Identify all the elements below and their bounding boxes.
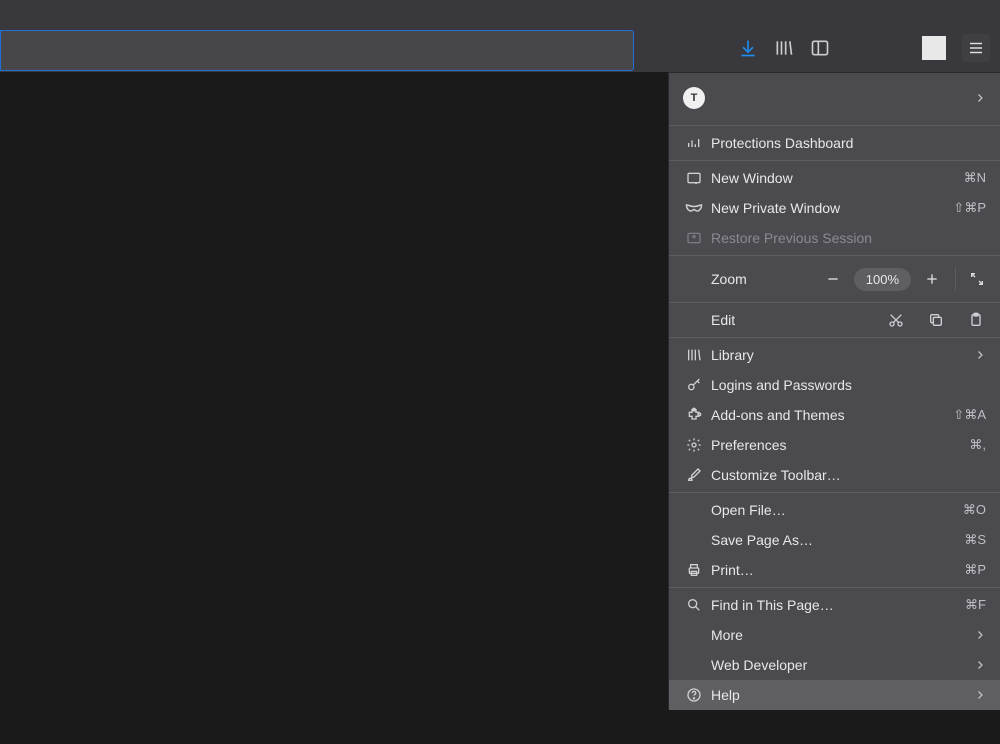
menu-addons-themes[interactable]: Add-ons and Themes ⇧⌘A: [669, 400, 1000, 430]
zoom-in-button[interactable]: [917, 264, 947, 294]
puzzle-icon: [683, 407, 705, 423]
toolbar-actions: [738, 34, 1000, 62]
menu-find-in-page[interactable]: Find in This Page… ⌘F: [669, 590, 1000, 620]
menu-new-window[interactable]: New Window ⌘N: [669, 163, 1000, 193]
menu-shortcut: ⌘O: [955, 502, 986, 518]
avatar: T: [683, 87, 705, 109]
separator: [955, 267, 956, 291]
chevron-right-icon: [966, 659, 986, 671]
chevron-right-icon: [966, 689, 986, 701]
menu-open-file[interactable]: Open File… ⌘O: [669, 495, 1000, 525]
gear-icon: [683, 437, 705, 453]
restore-icon: [683, 230, 705, 246]
address-bar[interactable]: [0, 30, 634, 71]
menu-label: Restore Previous Session: [705, 230, 986, 246]
menu-restore-session: Restore Previous Session: [669, 223, 1000, 253]
extension-placeholder-icon[interactable]: [922, 36, 946, 60]
library-icon[interactable]: [774, 38, 794, 58]
printer-icon: [683, 562, 705, 578]
menu-web-developer[interactable]: Web Developer: [669, 650, 1000, 680]
menu-preferences[interactable]: Preferences ⌘,: [669, 430, 1000, 460]
library-icon: [683, 347, 705, 363]
menu-logins-passwords[interactable]: Logins and Passwords: [669, 370, 1000, 400]
menu-label: Library: [705, 347, 966, 363]
sidebar-icon[interactable]: [810, 38, 830, 58]
menu-shortcut: ⌘P: [956, 562, 986, 578]
menu-label: Zoom: [683, 271, 818, 287]
separator: [669, 125, 1000, 126]
chevron-right-icon: [966, 92, 986, 104]
app-menu-button[interactable]: [962, 34, 990, 62]
menu-label: Customize Toolbar…: [705, 467, 986, 483]
zoom-reset-button[interactable]: 100%: [854, 268, 911, 291]
paintbrush-icon: [683, 467, 705, 483]
app-menu-panel: T Protections Dashboard New Window ⌘N Ne…: [668, 72, 1000, 710]
menu-label: New Private Window: [705, 200, 945, 216]
account-row[interactable]: T: [669, 73, 1000, 123]
separator: [669, 255, 1000, 256]
menu-label: New Window: [705, 170, 956, 186]
menu-edit: Edit: [669, 305, 1000, 335]
menu-label: Save Page As…: [705, 532, 956, 548]
menu-label: Open File…: [705, 502, 955, 518]
chevron-right-icon: [966, 349, 986, 361]
menu-label: Find in This Page…: [705, 597, 957, 613]
paste-icon[interactable]: [968, 312, 984, 328]
menu-label: Add-ons and Themes: [705, 407, 945, 423]
mask-icon: [683, 202, 705, 214]
key-icon: [683, 377, 705, 393]
menu-label: Help: [705, 687, 966, 703]
menu-label: More: [705, 627, 966, 643]
zoom-out-button[interactable]: [818, 264, 848, 294]
menu-new-private-window[interactable]: New Private Window ⇧⌘P: [669, 193, 1000, 223]
menu-shortcut: ⌘F: [957, 597, 986, 613]
menu-label: Edit: [705, 312, 888, 328]
menu-shortcut: ⌘,: [961, 437, 986, 453]
new-window-icon: [683, 170, 705, 186]
menu-save-page-as[interactable]: Save Page As… ⌘S: [669, 525, 1000, 555]
menu-label: Web Developer: [705, 657, 966, 673]
cut-icon[interactable]: [888, 312, 904, 328]
menu-protections-dashboard[interactable]: Protections Dashboard: [669, 128, 1000, 158]
fullscreen-button[interactable]: [964, 266, 990, 292]
separator: [669, 492, 1000, 493]
search-icon: [683, 597, 705, 613]
separator: [669, 302, 1000, 303]
separator: [669, 587, 1000, 588]
menu-label: Logins and Passwords: [705, 377, 986, 393]
menu-label: Print…: [705, 562, 956, 578]
menu-label: Protections Dashboard: [705, 135, 986, 151]
menu-more[interactable]: More: [669, 620, 1000, 650]
menu-library[interactable]: Library: [669, 340, 1000, 370]
help-icon: [683, 687, 705, 703]
menu-help[interactable]: Help: [669, 680, 1000, 710]
downloads-icon[interactable]: [738, 38, 758, 58]
dashboard-icon: [683, 135, 705, 151]
separator: [669, 160, 1000, 161]
menu-print[interactable]: Print… ⌘P: [669, 555, 1000, 585]
menu-zoom: Zoom 100%: [669, 258, 1000, 300]
browser-toolbar: [0, 0, 1000, 72]
menu-shortcut: ⌘S: [956, 532, 986, 548]
menu-customize-toolbar[interactable]: Customize Toolbar…: [669, 460, 1000, 490]
menu-shortcut: ⌘N: [956, 170, 986, 186]
menu-label: Preferences: [705, 437, 961, 453]
separator: [669, 337, 1000, 338]
chevron-right-icon: [966, 629, 986, 641]
copy-icon[interactable]: [928, 312, 944, 328]
menu-shortcut: ⇧⌘A: [945, 407, 986, 423]
menu-shortcut: ⇧⌘P: [945, 200, 986, 216]
